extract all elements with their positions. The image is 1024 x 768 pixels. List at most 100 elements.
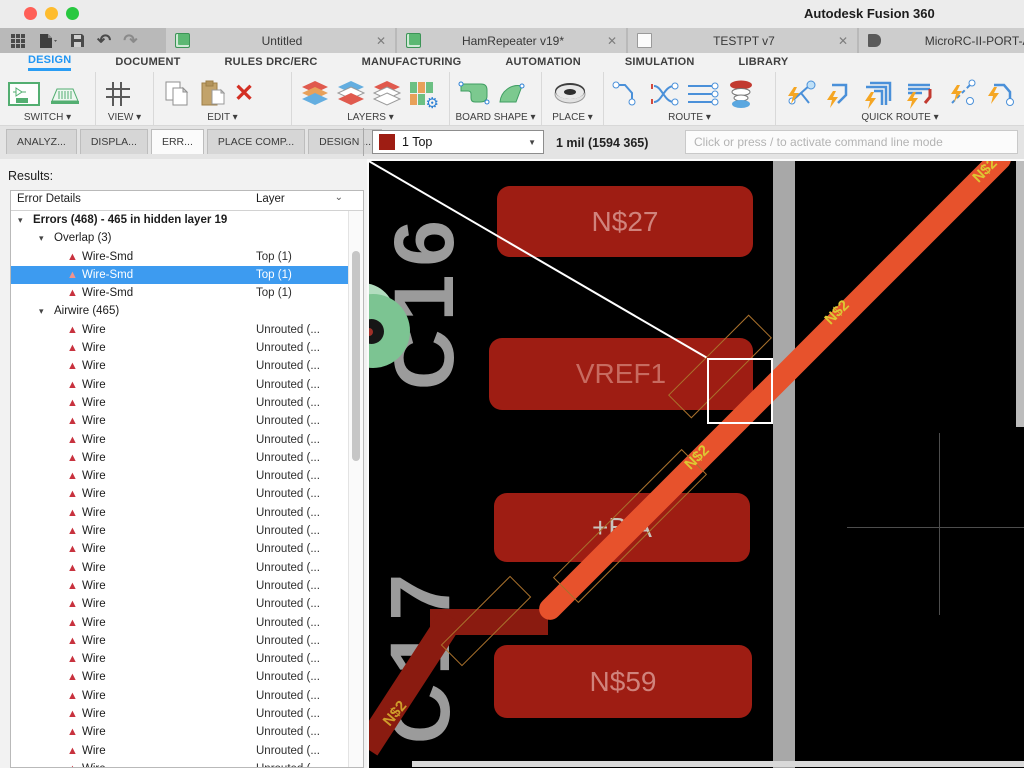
place-footprint-icon[interactable]: [550, 80, 590, 108]
panel-tab-analyz[interactable]: ANALYZ...: [6, 129, 77, 154]
error-row[interactable]: ▲ Wire Unrouted (...: [11, 431, 349, 449]
close-icon[interactable]: ✕: [838, 34, 848, 48]
error-row[interactable]: ▲ Wire Unrouted (...: [11, 632, 349, 650]
save-icon[interactable]: [70, 33, 85, 48]
smd-pad-n59[interactable]: N$59: [494, 645, 752, 718]
quickroute-bus-end-icon[interactable]: [904, 79, 940, 109]
error-row[interactable]: ▲ Wire Unrouted (...: [11, 742, 349, 760]
board-outline-icon[interactable]: [458, 80, 490, 108]
ribbon-tab-design[interactable]: DESIGN: [28, 54, 72, 71]
error-row[interactable]: ▲ Wire Unrouted (...: [11, 321, 349, 339]
error-row[interactable]: ▲ Wire Unrouted (...: [11, 394, 349, 412]
error-row[interactable]: ▲ Wire Unrouted (...: [11, 760, 349, 767]
error-group-row[interactable]: ▾ Airwire (465): [11, 302, 349, 320]
minimize-window-button[interactable]: [45, 7, 58, 20]
quickroute-bus-icon[interactable]: [862, 79, 898, 109]
view-grid-icon[interactable]: [104, 80, 132, 108]
error-row[interactable]: ▲ Wire Unrouted (...: [11, 559, 349, 577]
ribbon-tab-automation[interactable]: AUTOMATION: [505, 56, 581, 70]
panel-tab-design[interactable]: DESIGN ...: [308, 129, 383, 154]
error-row[interactable]: ▲ Wire Unrouted (...: [11, 540, 349, 558]
close-icon[interactable]: ✕: [607, 34, 617, 48]
error-group-row[interactable]: ▾ Errors (468) - 465 in hidden layer 19: [11, 211, 349, 229]
close-icon[interactable]: ✕: [376, 34, 386, 48]
layers-bottom-icon[interactable]: [372, 79, 402, 109]
maximize-window-button[interactable]: [66, 7, 79, 20]
sort-caret-icon[interactable]: ⌄: [335, 192, 343, 203]
error-row[interactable]: ▲ Wire Unrouted (...: [11, 595, 349, 613]
error-row[interactable]: ▲ Wire Unrouted (...: [11, 723, 349, 741]
ribbon-tab-manufacturing[interactable]: MANUFACTURING: [362, 56, 462, 70]
redo-icon[interactable]: ↷: [123, 32, 137, 49]
copper-strip-vertical[interactable]: [773, 159, 795, 768]
panel-tab-displa[interactable]: DISPLA...: [79, 129, 148, 154]
place-group-label[interactable]: PLACE ▾: [542, 112, 603, 123]
board-wedge-icon[interactable]: [496, 80, 526, 108]
paste-icon[interactable]: [198, 79, 228, 109]
route-group-label[interactable]: ROUTE ▾: [604, 112, 775, 123]
collapse-arrow-icon[interactable]: ▾: [18, 211, 23, 229]
scrollbar-thumb[interactable]: [352, 251, 360, 461]
ribbon-tab-document[interactable]: DOCUMENT: [115, 56, 180, 70]
app-grid-icon[interactable]: [10, 33, 26, 49]
error-row[interactable]: ▲ Wire Unrouted (...: [11, 376, 349, 394]
route-diff-pair-icon[interactable]: [648, 80, 680, 108]
document-tab[interactable]: Untitled ✕: [166, 28, 395, 53]
board-shape-group-label[interactable]: BOARD SHAPE ▾: [450, 112, 541, 123]
error-row[interactable]: ▲ Wire Unrouted (...: [11, 577, 349, 595]
ribbon-tab-simulation[interactable]: SIMULATION: [625, 56, 695, 70]
route-multi-icon[interactable]: [686, 80, 720, 108]
results-scrollbar[interactable]: [348, 211, 363, 767]
copy-icon[interactable]: [162, 79, 192, 109]
switch-group-label[interactable]: SWITCH ▾: [0, 112, 95, 123]
error-group-row[interactable]: ▾ Overlap (3): [11, 229, 349, 247]
column-layer[interactable]: Layer: [256, 193, 285, 205]
delete-icon[interactable]: ✕: [234, 81, 254, 106]
quick-route-group-label[interactable]: QUICK ROUTE ▾: [776, 112, 1024, 123]
error-row[interactable]: ▲ Wire Unrouted (...: [11, 339, 349, 357]
error-table-header[interactable]: Error Details Layer ⌄: [11, 191, 363, 211]
pcb-canvas[interactable]: C16 C17 N$27 VREF1 +B A N$59 N$2 N$2 N$2…: [367, 159, 1024, 768]
layer-select[interactable]: 1 Top ▼: [372, 130, 544, 154]
collapse-arrow-icon[interactable]: ▾: [39, 229, 44, 247]
ribbon-tab-rules-drc-erc[interactable]: RULES DRC/ERC: [225, 56, 318, 70]
column-error-details[interactable]: Error Details: [17, 193, 81, 205]
document-tab[interactable]: HamRepeater v19* ✕: [397, 28, 626, 53]
document-tab[interactable]: MicroRC-II-PORT-A2: [859, 28, 1024, 53]
ribbon-tab-library[interactable]: LIBRARY: [739, 56, 789, 70]
quickroute-single-icon[interactable]: [984, 79, 1016, 109]
switch-schematic-icon[interactable]: [8, 81, 42, 107]
error-row[interactable]: ▲ Wire Unrouted (...: [11, 650, 349, 668]
error-row[interactable]: ▲ Wire Unrouted (...: [11, 668, 349, 686]
quickroute-corner-icon[interactable]: [824, 79, 856, 109]
undo-icon[interactable]: ↶: [97, 32, 111, 49]
error-row[interactable]: ▲ Wire-Smd Top (1): [11, 248, 349, 266]
edit-group-label[interactable]: EDIT ▾: [154, 112, 291, 123]
error-row[interactable]: ▲ Wire Unrouted (...: [11, 687, 349, 705]
error-row[interactable]: ▲ Wire-Smd Top (1): [11, 265, 349, 285]
panel-tab-placecomp[interactable]: PLACE COMP...: [206, 129, 306, 154]
copper-strip-right-edge[interactable]: [1016, 159, 1024, 427]
command-line-input[interactable]: [685, 130, 1018, 154]
file-menu-icon[interactable]: [38, 33, 58, 49]
error-row[interactable]: ▲ Wire Unrouted (...: [11, 357, 349, 375]
error-row[interactable]: ▲ Wire Unrouted (...: [11, 705, 349, 723]
quickroute-unroute-icon[interactable]: [946, 79, 978, 109]
layers-group-label[interactable]: LAYERS ▾: [292, 112, 449, 123]
switch-board-icon[interactable]: [48, 81, 82, 107]
error-row[interactable]: ▲ Wire Unrouted (...: [11, 485, 349, 503]
panel-tab-err[interactable]: ERR...: [150, 129, 204, 154]
error-row[interactable]: ▲ Wire Unrouted (...: [11, 449, 349, 467]
document-tab[interactable]: TESTPT v7 ✕: [628, 28, 857, 53]
error-row[interactable]: ▲ Wire Unrouted (...: [11, 522, 349, 540]
collapse-arrow-icon[interactable]: ▾: [39, 302, 44, 320]
smd-pad-n27[interactable]: N$27: [497, 186, 753, 257]
error-row[interactable]: ▲ Wire Unrouted (...: [11, 467, 349, 485]
error-row[interactable]: ▲ Wire-Smd Top (1): [11, 284, 349, 302]
quickroute-net-icon[interactable]: [784, 79, 818, 109]
view-group-label[interactable]: VIEW ▾: [96, 112, 153, 123]
route-manual-icon[interactable]: [612, 80, 642, 108]
error-row[interactable]: ▲ Wire Unrouted (...: [11, 504, 349, 522]
close-window-button[interactable]: [24, 7, 37, 20]
layers-stack-icon[interactable]: [300, 79, 330, 109]
